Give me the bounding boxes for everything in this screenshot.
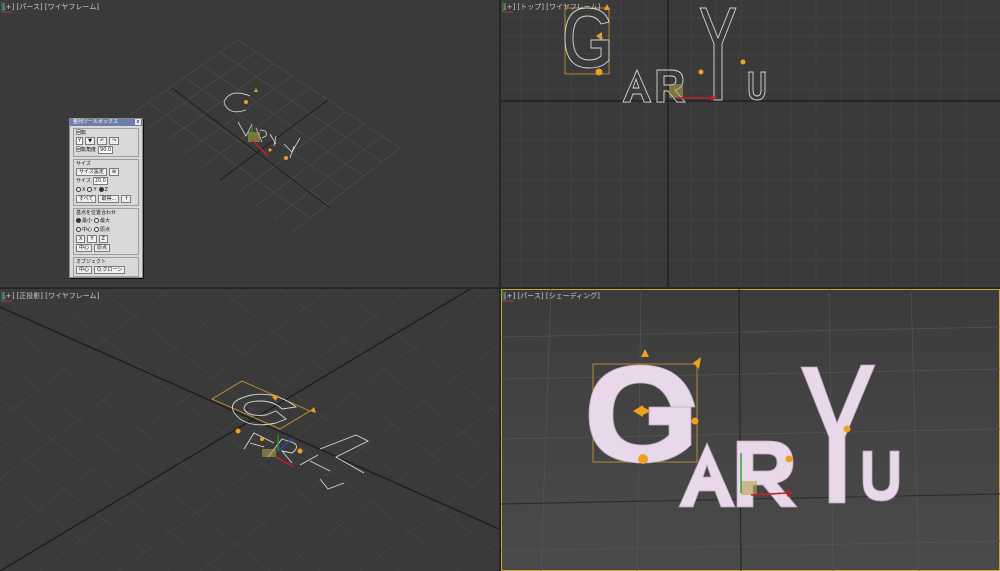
- rotate-group: 回転 Y ▼ ↶ ↷ 回転角度 90.0: [73, 128, 139, 157]
- top-grid: [501, 0, 1000, 287]
- rotate-group-label: 回転: [76, 130, 87, 136]
- viewport-perspective-wireframe[interactable]: [+] [パース] [ワイヤフレーム] 整列ツールボックス x 回転 Y ▼ ↶…: [0, 0, 499, 287]
- size-axis-y[interactable]: Y: [87, 187, 97, 193]
- chevron-down-icon[interactable]: ▼: [85, 137, 95, 145]
- align-min-radio[interactable]: 最小: [76, 218, 92, 224]
- object-group-label: オブジェクト: [76, 259, 107, 265]
- ortho-grid: [0, 289, 499, 571]
- rotate-cw-button[interactable]: ↷: [109, 137, 120, 145]
- viewport-perspective-shaded[interactable]: [+] [パース] [シェーディング]: [501, 289, 1000, 571]
- align-pivot-button[interactable]: 原点: [94, 244, 111, 252]
- align-center-radio[interactable]: 中心: [76, 227, 92, 233]
- viewport-label-perspective[interactable]: [+] [パース] [ワイヤフレーム]: [3, 2, 99, 12]
- align-center-button[interactable]: 中心: [76, 244, 93, 252]
- align-toolbox-panel[interactable]: 整列ツールボックス x 回転 Y ▼ ↶ ↷ 回転角度 90.0 サイズ サイズ…: [69, 118, 143, 278]
- size-label: サイズ: [76, 178, 91, 184]
- rotate-angle-input[interactable]: 90.0: [98, 146, 114, 154]
- object-group: オブジェクト 中心 Q.クローン: [73, 257, 139, 277]
- size-input[interactable]: 20.0: [92, 177, 108, 185]
- size-pick-icon[interactable]: ⊕: [108, 168, 120, 176]
- viewport-layout: [+] [パース] [ワイヤフレーム] 整列ツールボックス x 回転 Y ▼ ↶…: [0, 0, 1000, 571]
- viewport-label-top[interactable]: [+] [トップ] [ワイヤフレーム]: [504, 2, 600, 12]
- align-max-radio[interactable]: 最大: [94, 218, 110, 224]
- size-set-button[interactable]: サイズ設定: [76, 168, 107, 176]
- shaded-scene: [501, 289, 1000, 571]
- toolbox-title: 整列ツールボックス: [73, 119, 118, 125]
- size-all-button[interactable]: すべて: [76, 195, 97, 203]
- viewport-top-wireframe[interactable]: [+] [トップ] [ワイヤフレーム]: [501, 0, 1000, 287]
- viewport-orthographic-wireframe[interactable]: [+] [正投影] [ワイヤフレーム]: [0, 289, 499, 571]
- toolbox-title-bar[interactable]: 整列ツールボックス x: [70, 119, 142, 126]
- size-get-button[interactable]: 取得...: [98, 195, 120, 203]
- rotate-axis-select[interactable]: Y: [76, 137, 84, 145]
- align-y-button[interactable]: Y: [87, 235, 97, 243]
- letters-spline-small: [223, 92, 301, 159]
- align-group: 基点を位置合わせ 最小 最大 中心 原点 X Y Z 中心 原点: [73, 208, 139, 255]
- size-axis-x[interactable]: X: [76, 187, 85, 193]
- size-group: サイズ サイズ設定 ⊕ サイズ 20.0 X Y Z すべて 取得... ↑: [73, 159, 139, 206]
- viewport-label-shaded[interactable]: [+] [パース] [シェーディング]: [504, 291, 600, 301]
- arrow-up-icon[interactable]: ↑: [121, 195, 132, 203]
- close-icon[interactable]: x: [135, 119, 141, 125]
- viewport-label-ortho[interactable]: [+] [正投影] [ワイヤフレーム]: [3, 291, 99, 301]
- align-group-label: 基点を位置合わせ: [76, 210, 117, 216]
- align-x-button[interactable]: X: [76, 235, 86, 243]
- object-center-button[interactable]: 中心: [76, 266, 93, 274]
- align-z-button[interactable]: Z: [98, 235, 108, 243]
- rotate-ccw-button[interactable]: ↶: [96, 137, 108, 145]
- size-group-label: サイズ: [76, 161, 91, 167]
- rotate-angle-label: 回転角度: [76, 147, 97, 153]
- object-clone-button[interactable]: Q.クローン: [94, 266, 126, 274]
- size-axis-z[interactable]: Z: [98, 187, 108, 193]
- align-pivot-radio[interactable]: 原点: [94, 227, 110, 233]
